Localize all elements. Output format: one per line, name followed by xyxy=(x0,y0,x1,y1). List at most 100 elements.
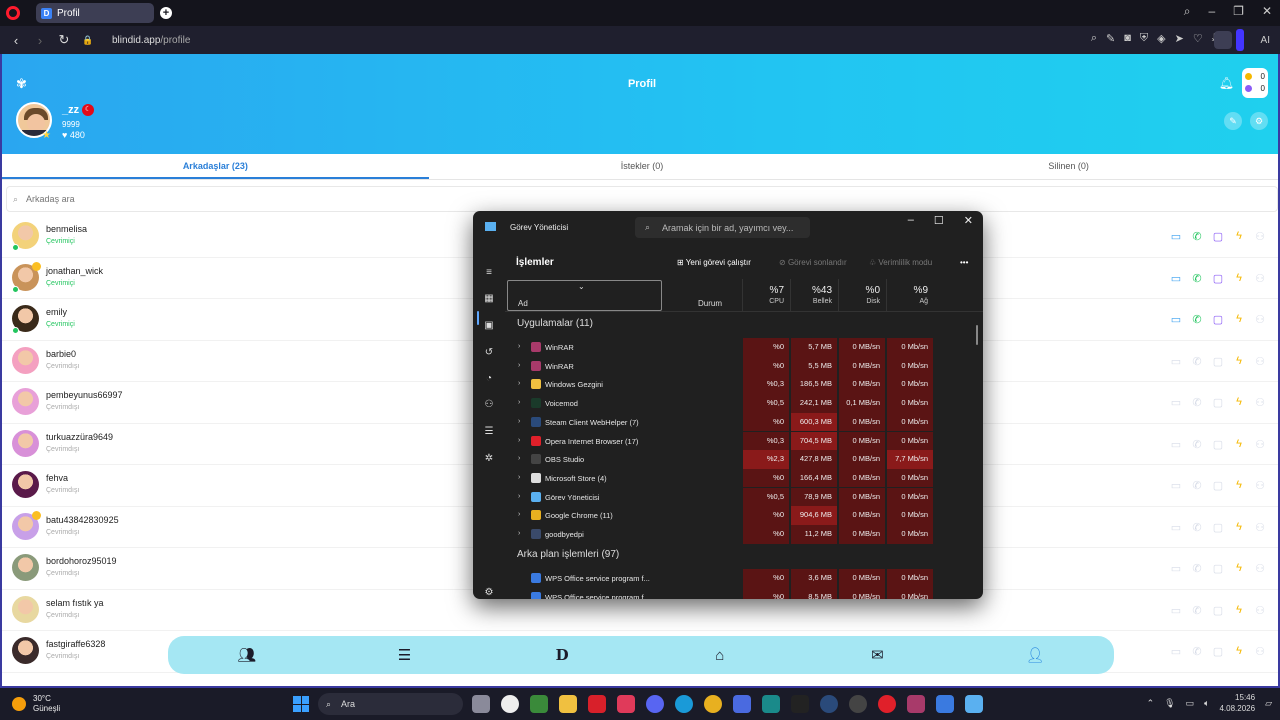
browser-tab[interactable]: D Profil xyxy=(36,3,154,23)
phone-icon[interactable]: ✆ xyxy=(1191,396,1203,409)
friend-name[interactable]: batu43842830925 xyxy=(46,515,119,525)
store-icon[interactable] xyxy=(733,695,751,713)
nav-menu-icon[interactable]: ☰ xyxy=(392,646,416,664)
nav-profile-icon[interactable]: 👤︎ xyxy=(1023,646,1047,664)
column-name[interactable]: ⌄ Ad xyxy=(507,280,662,311)
process-row[interactable]: ›Google Chrome (11)❦%0904,6 MB0 MB/sn0 M… xyxy=(505,506,983,525)
phone-icon[interactable]: ✆ xyxy=(1191,355,1203,368)
volume-icon[interactable]: 🔈︎ xyxy=(1204,698,1209,709)
process-row[interactable]: › WinRAR %0 5,7 MB 0 MB/sn 0 Mb/sn xyxy=(505,338,983,357)
process-row[interactable]: › WinRAR %0 5,5 MB 0 MB/sn 0 Mb/sn xyxy=(505,356,983,376)
remove-friend-icon[interactable]: ⚇ xyxy=(1254,272,1266,285)
chrome-icon[interactable] xyxy=(704,695,722,713)
users-icon[interactable]: ⚇ xyxy=(483,399,495,410)
video-call-icon[interactable]: ▭ xyxy=(1170,272,1182,285)
weather-widget[interactable]: 30°C Güneşli xyxy=(12,694,60,714)
video-call-icon[interactable]: ▭ xyxy=(1170,230,1182,243)
minimize-icon[interactable]: – xyxy=(908,214,914,227)
chevron-up-icon[interactable]: ⌃ xyxy=(1147,698,1155,709)
new-tab-button[interactable]: + xyxy=(160,7,172,19)
startup-icon[interactable]: ◔ xyxy=(483,373,495,384)
friend-search-input[interactable] xyxy=(26,194,327,204)
camera-icon[interactable]: ◙ xyxy=(1124,32,1131,45)
nav-home-icon[interactable]: ⌂ xyxy=(708,647,732,664)
chat-icon[interactable]: ▢ xyxy=(1212,645,1224,658)
details-icon[interactable]: ☰ xyxy=(483,426,495,437)
voicemod-icon[interactable] xyxy=(791,695,809,713)
nav-logo-icon[interactable]: D xyxy=(550,646,574,664)
remove-friend-icon[interactable]: ⚇ xyxy=(1254,479,1266,492)
efficiency-mode-button[interactable]: ♧ Verimlilik modu xyxy=(869,258,932,267)
discord-icon[interactable] xyxy=(646,695,664,713)
friend-name[interactable]: bordohoroz95019 xyxy=(46,556,117,566)
opera-logo-icon[interactable] xyxy=(6,6,20,20)
phone-icon[interactable]: ✆ xyxy=(1191,313,1203,326)
remove-friend-icon[interactable]: ⚇ xyxy=(1254,562,1266,575)
cube-icon[interactable]: ◈ xyxy=(1157,32,1165,45)
phone-icon[interactable]: ✆ xyxy=(1191,438,1203,451)
friend-name[interactable]: fehva xyxy=(46,473,68,483)
close-icon[interactable]: ✕ xyxy=(964,214,973,227)
expand-chevron-icon[interactable]: › xyxy=(518,437,520,444)
expand-chevron-icon[interactable]: › xyxy=(518,474,520,481)
friend-avatar[interactable] xyxy=(12,471,39,498)
edit-profile-button[interactable]: ✎ xyxy=(1224,112,1242,130)
chat-icon[interactable]: ▢ xyxy=(1212,230,1224,243)
app-icon[interactable] xyxy=(936,695,954,713)
minecraft-icon[interactable] xyxy=(530,695,548,713)
process-search[interactable]: ⌕ Aramak için bir ad, yayımcı vey... xyxy=(635,217,810,238)
tab-requests[interactable]: İstekler (0) xyxy=(429,154,856,179)
nav-mail-icon[interactable]: ✉ xyxy=(865,646,889,664)
phone-icon[interactable]: ✆ xyxy=(1191,562,1203,575)
more-options-button[interactable]: ••• xyxy=(960,258,968,267)
phone-icon[interactable]: ✆ xyxy=(1191,604,1203,617)
windows-start-icon[interactable] xyxy=(293,696,309,712)
phone-icon[interactable]: ✆ xyxy=(1191,230,1203,243)
video-call-icon[interactable]: ▭ xyxy=(1170,645,1182,658)
friend-name[interactable]: emily xyxy=(46,307,67,317)
zoom-icon[interactable]: ⌕ xyxy=(1091,32,1097,45)
chat-icon[interactable]: ▢ xyxy=(1212,355,1224,368)
video-call-icon[interactable]: ▭ xyxy=(1170,521,1182,534)
bell-icon[interactable]: 🔔︎ xyxy=(1219,76,1234,90)
process-row[interactable]: › OBS Studio %2,3 427,8 MB 0 MB/sn 7,7 Mb/sn xyxy=(505,450,983,469)
music-app-icon[interactable] xyxy=(617,695,635,713)
video-call-icon[interactable]: ▭ xyxy=(1170,438,1182,451)
chat-icon[interactable]: ▢ xyxy=(1212,562,1224,575)
lightning-icon[interactable]: ϟ xyxy=(1233,562,1245,575)
friend-name[interactable]: fastgiraffe6328 xyxy=(46,639,105,649)
microphone-icon[interactable]: 🎙︎ xyxy=(1164,698,1175,709)
taskbar-search[interactable]: ⌕ Ara xyxy=(318,693,463,715)
process-row[interactable]: ›Steam Client WebHelper (7)❦%0600,3 MB0 … xyxy=(505,412,983,432)
chat-icon[interactable]: ▢ xyxy=(1212,604,1224,617)
phone-icon[interactable]: ✆ xyxy=(1191,521,1203,534)
lightning-icon[interactable]: ϟ xyxy=(1233,521,1245,534)
video-call-icon[interactable]: ▭ xyxy=(1170,604,1182,617)
chat-icon[interactable]: ▢ xyxy=(1212,438,1224,451)
chat-icon[interactable]: ▢ xyxy=(1212,479,1224,492)
restore-icon[interactable]: ❐ xyxy=(1233,4,1244,19)
expand-chevron-icon[interactable]: › xyxy=(518,530,520,537)
tab-friends[interactable]: Arkadaşlar (23) xyxy=(2,154,429,179)
friend-name[interactable]: barbie0 xyxy=(46,349,76,359)
wps-icon[interactable] xyxy=(588,695,606,713)
friend-avatar[interactable] xyxy=(12,429,39,457)
remove-friend-icon[interactable]: ⚇ xyxy=(1254,645,1266,658)
apps-section-heading[interactable]: Uygulamalar (11) xyxy=(517,318,593,329)
opera-icon[interactable] xyxy=(878,695,896,713)
services-icon[interactable]: ✲ xyxy=(483,453,495,464)
new-task-button[interactable]: ⊞ Yeni görevi çalıştır xyxy=(677,258,751,267)
process-row[interactable]: › goodbyedpi %0 11,2 MB 0 MB/sn 0 Mb/sn xyxy=(505,525,983,544)
remove-friend-icon[interactable]: ⚇ xyxy=(1254,438,1266,451)
task-view-icon[interactable] xyxy=(472,695,490,713)
friend-avatar[interactable] xyxy=(12,554,39,581)
remove-friend-icon[interactable]: ⚇ xyxy=(1254,521,1266,534)
lightning-icon[interactable]: ϟ xyxy=(1233,313,1245,326)
expand-chevron-icon[interactable]: › xyxy=(518,511,520,518)
close-icon[interactable]: ✕ xyxy=(1262,4,1272,19)
friend-avatar[interactable] xyxy=(12,346,39,374)
notification-icon[interactable]: ▱ xyxy=(1265,698,1272,709)
video-call-icon[interactable]: ▭ xyxy=(1170,396,1182,409)
remove-friend-icon[interactable]: ⚇ xyxy=(1254,604,1266,617)
lightning-icon[interactable]: ϟ xyxy=(1233,645,1245,658)
